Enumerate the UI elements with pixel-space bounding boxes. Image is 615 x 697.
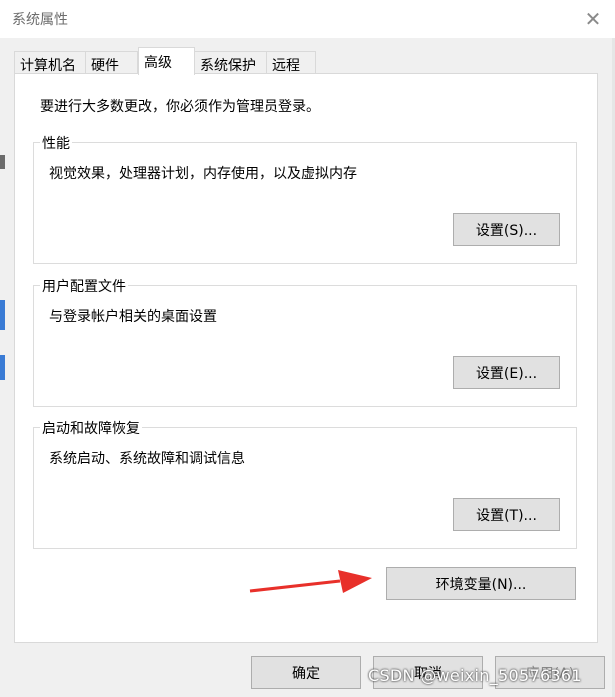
red-arrow-annotation bbox=[249, 570, 372, 593]
ok-button[interactable]: 确定 bbox=[251, 656, 361, 689]
arrow-shaft bbox=[249, 579, 341, 593]
arrow-head bbox=[338, 570, 372, 593]
tab-advanced[interactable]: 高级 bbox=[138, 47, 195, 75]
watermark: CSDN @weixin_50576361 bbox=[368, 666, 582, 685]
